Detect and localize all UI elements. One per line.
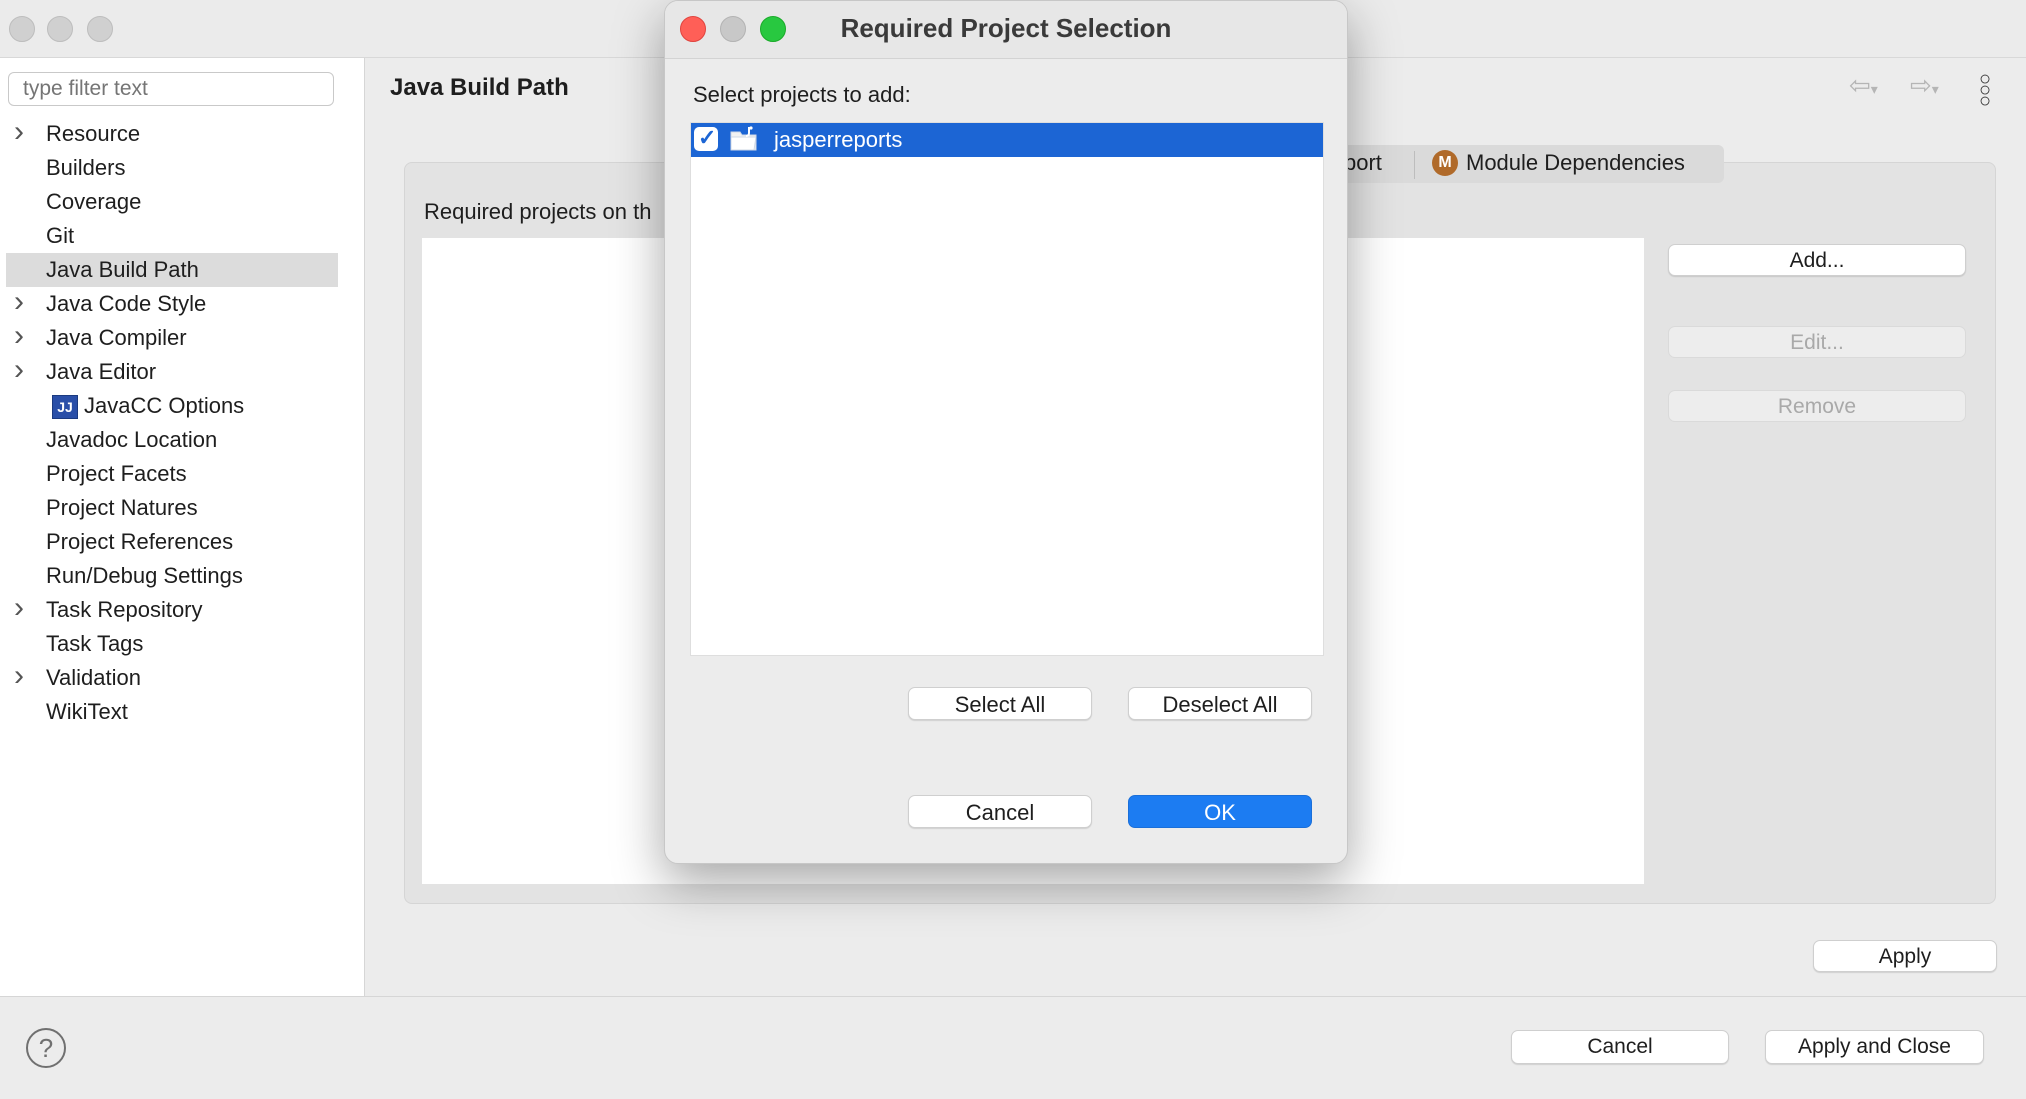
sidebar-item-java-code-style[interactable]: › Java Code Style (0, 287, 338, 321)
chevron-right-icon[interactable]: › (14, 117, 30, 147)
forward-arrow-icon[interactable]: ⇨▾ (1910, 70, 1939, 101)
sidebar-item-wikitext[interactable]: WikiText (0, 695, 338, 729)
chevron-right-icon[interactable]: › (14, 287, 30, 317)
sidebar-item-java-build-path[interactable]: Java Build Path (6, 253, 338, 287)
apply-button[interactable]: Apply (1813, 940, 1997, 972)
sidebar-item-coverage[interactable]: Coverage (0, 185, 338, 219)
tab-label: Module Dependencies (1466, 150, 1685, 175)
sidebar-item-label: Run/Debug Settings (46, 563, 243, 588)
project-selection-list[interactable]: ✓ jasperreports (690, 122, 1324, 656)
help-icon[interactable]: ? (26, 1028, 66, 1068)
sidebar-item-label: Java Compiler (46, 325, 187, 350)
filter-input[interactable] (8, 72, 334, 106)
sidebar-item-label: Project References (46, 529, 234, 554)
sidebar-item-javacc-options[interactable]: JJ JavaCC Options (0, 389, 338, 423)
javacc-icon: JJ (52, 395, 78, 419)
sidebar-item-label: Builders (46, 155, 126, 180)
sidebar-item-java-editor[interactable]: › Java Editor (0, 355, 338, 389)
sidebar-item-git[interactable]: Git (0, 219, 338, 253)
sidebar-item-project-facets[interactable]: Project Facets (0, 457, 338, 491)
dialog-title: Required Project Selection (840, 13, 1172, 43)
sidebar-item-label: Project Natures (46, 495, 198, 520)
sidebar-item-validation[interactable]: › Validation (0, 661, 338, 695)
sidebar-item-label: Project Facets (46, 461, 187, 486)
sidebar-item-label: JavaCC Options (84, 393, 245, 418)
sidebar-item-run-debug-settings[interactable]: Run/Debug Settings (0, 559, 338, 593)
module-dependencies-icon: M (1432, 150, 1458, 176)
project-name: jasperreports (774, 127, 903, 152)
required-project-selection-dialog: Required Project Selection Select projec… (664, 0, 1348, 864)
cancel-button[interactable]: Cancel (1511, 1030, 1729, 1064)
list-item[interactable]: ✓ jasperreports (691, 123, 1323, 157)
remove-button[interactable]: Remove (1668, 390, 1966, 422)
project-checkbox[interactable]: ✓ (694, 125, 718, 151)
sidebar-item-project-references[interactable]: Project References (0, 525, 338, 559)
page-title: Java Build Path (390, 74, 569, 101)
sidebar-item-task-tags[interactable]: Task Tags (0, 627, 338, 661)
sidebar-item-java-compiler[interactable]: › Java Compiler (0, 321, 338, 355)
dialog-titlebar: Required Project Selection (665, 1, 1347, 59)
sidebar-item-label: Task Tags (46, 631, 144, 656)
sidebar-item-label: Java Code Style (46, 291, 207, 316)
sidebar-item-label: Java Build Path (46, 257, 199, 282)
tab-divider (1414, 151, 1415, 179)
sidebar-item-javadoc-location[interactable]: Javadoc Location (0, 423, 338, 457)
sidebar-item-label: Coverage (46, 189, 142, 214)
select-all-button[interactable]: Select All (908, 687, 1092, 720)
sidebar-item-label: WikiText (46, 699, 128, 724)
checkmark-icon: ✓ (698, 125, 717, 150)
more-options-icon[interactable]: ○ ○ ○ (1978, 69, 1992, 111)
required-projects-label: Required projects on th (424, 199, 652, 224)
back-arrow-icon[interactable]: ⇦▾ (1849, 70, 1878, 101)
chevron-right-icon[interactable]: › (14, 321, 30, 351)
sidebar-item-label: Task Repository (46, 597, 203, 622)
dialog-cancel-button[interactable]: Cancel (908, 795, 1092, 828)
deselect-all-button[interactable]: Deselect All (1128, 687, 1312, 720)
minimize-window-button[interactable] (47, 16, 73, 42)
chevron-right-icon[interactable]: › (14, 355, 30, 385)
sidebar-item-task-repository[interactable]: › Task Repository (0, 593, 338, 627)
chevron-right-icon[interactable]: › (14, 593, 30, 623)
tab-partially-hidden[interactable]: port (1344, 150, 1382, 176)
edit-button[interactable]: Edit... (1668, 326, 1966, 358)
add-button[interactable]: Add... (1668, 244, 1966, 276)
close-window-button[interactable] (9, 16, 35, 42)
sidebar-item-resource[interactable]: › Resource (0, 117, 338, 151)
sidebar-item-label: Resource (46, 121, 141, 146)
ok-button[interactable]: OK (1128, 795, 1312, 828)
sidebar-item-label: Java Editor (46, 359, 157, 384)
sidebar-item-label: Git (46, 223, 75, 248)
sidebar-item-builders[interactable]: Builders (0, 151, 338, 185)
dialog-prompt: Select projects to add: (693, 82, 911, 107)
sidebar-item-label: Javadoc Location (46, 427, 218, 452)
java-project-folder-icon (730, 126, 757, 151)
apply-and-close-button[interactable]: Apply and Close (1765, 1030, 1984, 1064)
sidebar-item-label: Validation (46, 665, 141, 690)
chevron-right-icon[interactable]: › (14, 661, 30, 691)
zoom-window-button[interactable] (87, 16, 113, 42)
sidebar-item-project-natures[interactable]: Project Natures (0, 491, 338, 525)
